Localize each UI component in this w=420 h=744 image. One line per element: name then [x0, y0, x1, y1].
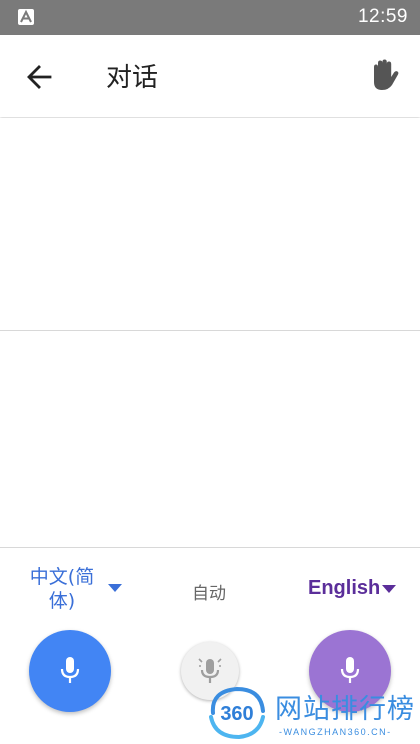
arrow-back-icon: [27, 65, 52, 89]
page-title: 对话: [106, 63, 159, 93]
auto-label: 自动: [192, 584, 226, 604]
source-mic-button[interactable]: [29, 630, 111, 712]
target-language-selector[interactable]: English: [308, 577, 380, 600]
watermark-logo-text: 360: [220, 703, 253, 725]
watermark: 360 网站排行榜 -WANGZHAN360.CN-: [205, 683, 420, 744]
hand-wave-button[interactable]: [364, 55, 404, 95]
source-conversation-pane[interactable]: [0, 331, 420, 547]
app-bar: 对话: [0, 35, 420, 117]
target-language-dropdown-icon[interactable]: [382, 585, 396, 593]
a-app-icon: [18, 9, 34, 25]
target-conversation-pane[interactable]: [0, 118, 420, 330]
status-time: 12:59: [357, 6, 408, 27]
hand-wave-icon: [374, 59, 399, 90]
controls-divider: [0, 547, 420, 548]
watermark-subtitle: -WANGZHAN360.CN-: [279, 727, 392, 737]
mic-icon: [60, 657, 80, 683]
status-bar: 12:59: [0, 0, 420, 35]
back-button[interactable]: [22, 59, 58, 95]
watermark-title: 网站排行榜: [275, 694, 415, 725]
watermark-logo-icon: 360: [209, 686, 265, 740]
source-language-selector[interactable]: 中文(简体): [20, 565, 104, 613]
source-language-dropdown-icon[interactable]: [108, 584, 122, 592]
